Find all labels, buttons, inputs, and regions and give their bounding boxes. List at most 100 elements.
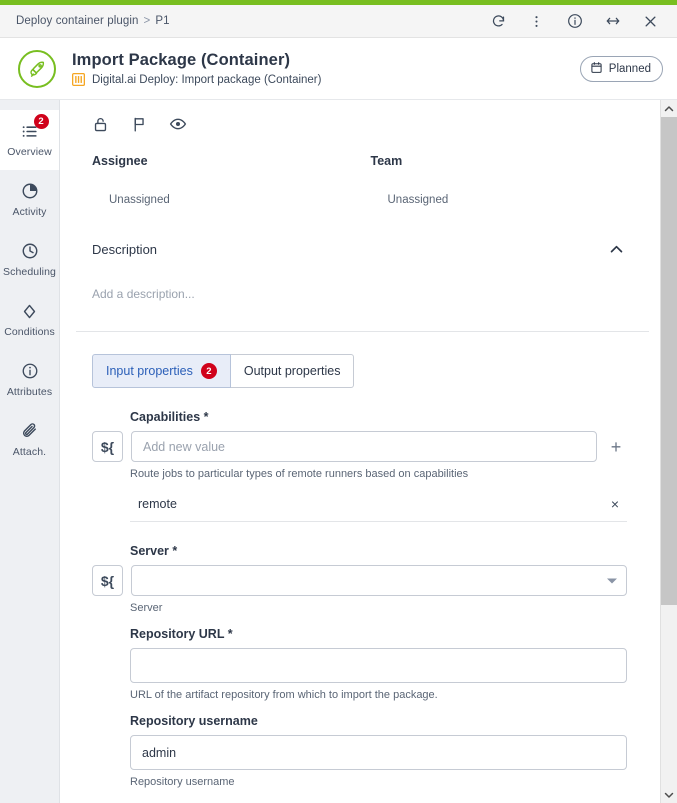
field-label-text: Repository URL: [130, 627, 225, 641]
assignee-value[interactable]: Unassigned: [92, 168, 371, 206]
scroll-up-button[interactable]: [661, 100, 677, 117]
status-badge[interactable]: Planned: [579, 55, 663, 82]
tab-label: Output properties: [243, 364, 341, 378]
sidebar-item-overview[interactable]: 2 Overview: [0, 110, 59, 170]
expression-button[interactable]: ${: [92, 565, 123, 596]
sidebar-item-label: Conditions: [4, 326, 55, 338]
required-marker: *: [172, 544, 178, 558]
required-marker: *: [203, 410, 209, 424]
scrollbar-thumb[interactable]: [661, 117, 677, 606]
field-input-row: [130, 648, 627, 683]
field-label: Repository username: [130, 714, 627, 728]
tab-label: Input properties: [106, 364, 193, 378]
required-marker: *: [227, 627, 233, 641]
tab-input-properties[interactable]: Input properties 2: [92, 354, 231, 388]
sidebar-item-label: Attach.: [12, 446, 47, 458]
field-server: Server * ${ Server: [92, 544, 627, 614]
page-header: Import Package (Container) Digital.ai De…: [0, 38, 677, 100]
more-vertical-icon[interactable]: [528, 13, 545, 30]
repository-username-input[interactable]: [130, 735, 627, 770]
left-sidebar: 2 Overview Activity Scheduling Condition…: [0, 100, 60, 803]
pie-chart-icon: [19, 180, 41, 202]
sidebar-item-attributes[interactable]: Attributes: [0, 350, 59, 410]
page-subtitle: Digital.ai Deploy: Import package (Conta…: [92, 73, 322, 86]
field-hint: Repository username: [130, 776, 235, 788]
window-controls: [490, 13, 663, 30]
tab-badge-count: 2: [200, 363, 217, 379]
assignee-label: Assignee: [92, 154, 148, 168]
repository-url-input[interactable]: [130, 648, 627, 683]
breadcrumb: Deploy container plugin > P1: [16, 15, 170, 27]
field-repository-url: Repository URL * URL of the artifact rep…: [92, 627, 627, 701]
capability-chip-remote: remote ×: [130, 493, 627, 522]
page-subtitle-row: Digital.ai Deploy: Import package (Conta…: [72, 73, 580, 86]
field-repository-username: Repository username Repository username: [92, 714, 627, 788]
sidebar-item-label: Attributes: [6, 386, 53, 398]
description-placeholder[interactable]: Add a description...: [76, 260, 649, 301]
field-label-text: Server: [130, 544, 169, 558]
field-input-row: ${: [92, 565, 627, 596]
status-badge-label: Planned: [608, 62, 651, 75]
item-toolbar: [76, 114, 649, 154]
sidebar-item-attachments[interactable]: Attach.: [0, 410, 59, 470]
breadcrumb-item-current[interactable]: P1: [155, 15, 169, 27]
scrollbar-track[interactable]: [661, 117, 677, 786]
add-capability-button[interactable]: +: [605, 438, 627, 456]
field-label-text: Capabilities: [130, 410, 201, 424]
list-icon: 2: [19, 114, 49, 142]
capabilities-input[interactable]: [131, 431, 597, 462]
scroll-down-button[interactable]: [661, 786, 677, 803]
resize-horizontal-icon[interactable]: [604, 13, 621, 30]
chip-label: remote: [138, 497, 177, 511]
eye-icon[interactable]: [168, 114, 188, 134]
page-title: Import Package (Container): [72, 51, 291, 69]
expression-button[interactable]: ${: [92, 431, 123, 462]
server-select[interactable]: [131, 565, 627, 596]
sidebar-item-label: Activity: [12, 206, 47, 218]
field-label: Repository URL *: [130, 627, 627, 641]
content-inner: Assignee Unassigned Team Unassigned Desc…: [60, 100, 677, 788]
sidebar-item-conditions[interactable]: Conditions: [0, 290, 59, 350]
assignment-row: Assignee Unassigned Team Unassigned: [76, 154, 649, 206]
description-header: Description: [76, 206, 627, 260]
sidebar-item-scheduling[interactable]: Scheduling: [0, 230, 59, 290]
team-value[interactable]: Unassigned: [371, 168, 650, 206]
refresh-icon[interactable]: [490, 13, 507, 30]
field-input-row: ${ +: [92, 431, 627, 462]
unlock-icon[interactable]: [90, 114, 110, 134]
diamond-icon: [19, 300, 41, 322]
breadcrumb-separator: >: [143, 15, 151, 27]
chevron-up-icon[interactable]: [605, 238, 627, 260]
paperclip-icon: [19, 420, 41, 442]
team-label: Team: [370, 154, 403, 168]
close-icon[interactable]: ×: [611, 497, 621, 511]
rocket-icon: [18, 49, 56, 88]
field-hint: URL of the artifact repository from whic…: [130, 689, 438, 701]
field-label-text: Repository username: [130, 714, 258, 728]
sidebar-item-activity[interactable]: Activity: [0, 170, 59, 230]
body: 2 Overview Activity Scheduling Condition…: [0, 100, 677, 803]
field-label: Capabilities *: [130, 410, 627, 424]
vertical-scrollbar[interactable]: [660, 100, 677, 803]
server-select-wrap: [131, 565, 627, 596]
properties-tabs: Input properties 2 Output properties: [76, 332, 649, 388]
calendar-icon: [590, 61, 603, 77]
plugin-bars-icon: [72, 73, 85, 86]
breadcrumb-item-root[interactable]: Deploy container plugin: [16, 15, 139, 27]
sidebar-item-label: Scheduling: [3, 266, 56, 278]
field-label: Server *: [130, 544, 627, 558]
field-input-row: [130, 735, 627, 770]
flag-icon[interactable]: [129, 114, 149, 134]
properties-form: Capabilities * ${ + Route jobs to partic…: [76, 388, 649, 788]
clock-icon: [19, 240, 41, 262]
header-title-block: Import Package (Container) Digital.ai De…: [72, 51, 580, 86]
field-hint: Server: [130, 602, 163, 614]
tab-output-properties[interactable]: Output properties: [230, 354, 355, 388]
sidebar-badge-overview: 2: [33, 114, 49, 129]
info-icon[interactable]: [566, 13, 583, 30]
description-label: Description: [92, 241, 158, 257]
app-window: Deploy container plugin > P1 Import Pack…: [0, 0, 677, 803]
field-hint: Route jobs to particular types of remote…: [130, 468, 469, 480]
close-icon[interactable]: [642, 13, 659, 30]
main-content: Assignee Unassigned Team Unassigned Desc…: [60, 100, 677, 803]
